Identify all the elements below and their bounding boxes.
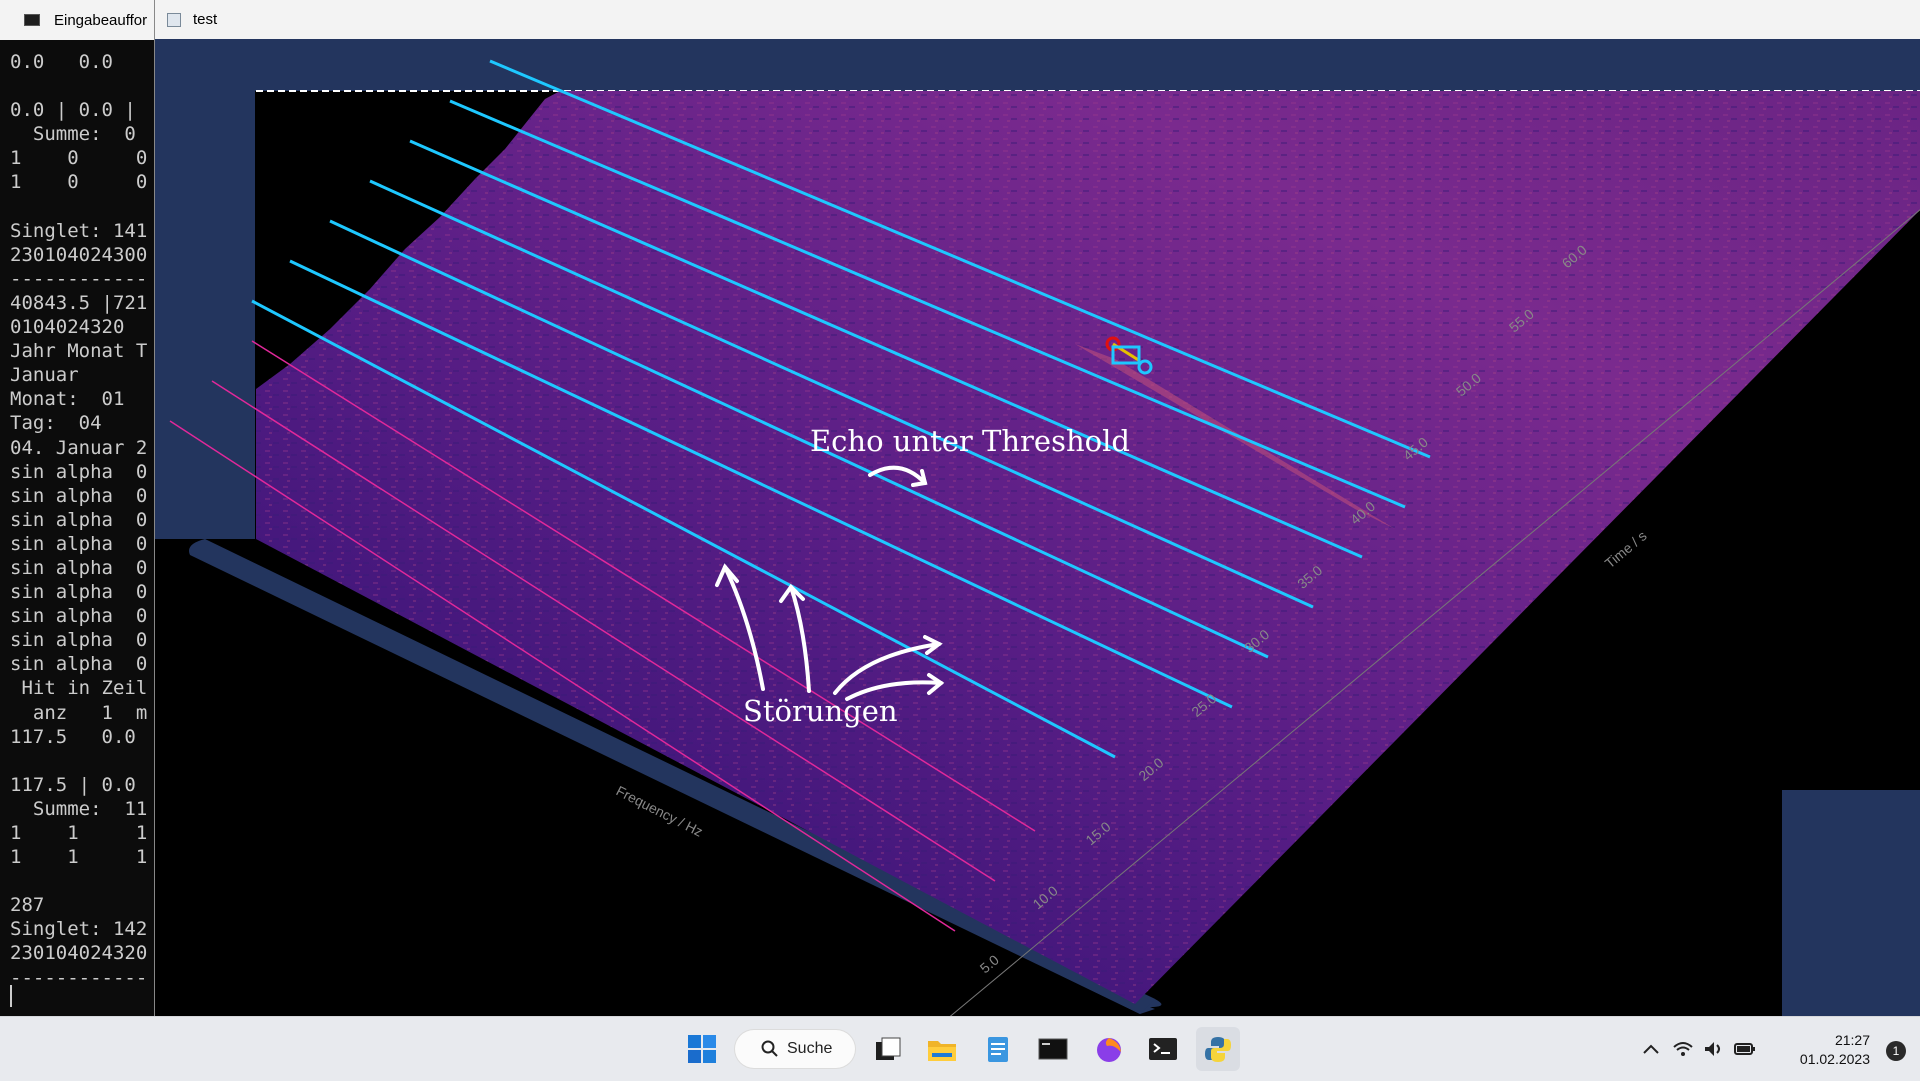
time-tick-label: 5.0 xyxy=(977,951,1002,976)
console-line: Singlet: 142 xyxy=(10,918,148,941)
console-line: sin alpha 0 xyxy=(10,629,148,652)
firefox-icon xyxy=(1097,1038,1121,1062)
terminal-button[interactable] xyxy=(1031,1027,1075,1071)
task-view-button[interactable] xyxy=(866,1027,910,1071)
console-line: sin alpha 0 xyxy=(10,460,148,483)
spectrum-texture xyxy=(256,91,1920,1004)
frame-left xyxy=(155,39,255,539)
spectrogram-canvas[interactable]: 5.010.015.020.025.030.035.040.045.050.05… xyxy=(155,39,1920,1016)
battery-icon[interactable] xyxy=(1734,1039,1756,1059)
console-line: Januar xyxy=(10,364,79,387)
python-icon xyxy=(1205,1037,1231,1062)
plot-title: test xyxy=(193,11,218,28)
console-line: sin alpha 0 xyxy=(10,605,148,628)
console-line: ------------ xyxy=(10,267,148,290)
console-line: 1 1 1 xyxy=(10,846,148,869)
console-line: Tag: 04 xyxy=(10,412,102,435)
plot-app-icon xyxy=(167,12,181,27)
firefox-button[interactable] xyxy=(1087,1027,1131,1071)
wifi-icon[interactable] xyxy=(1672,1039,1694,1059)
console-line: sin alpha 0 xyxy=(10,508,148,531)
console-titlebar[interactable]: Eingabeauffor xyxy=(0,0,170,40)
tray-overflow-chevron-icon[interactable] xyxy=(1640,1039,1662,1059)
notepad-button[interactable] xyxy=(976,1027,1020,1071)
search-label: Suche xyxy=(787,1040,833,1057)
console-line: 1 0 0 xyxy=(10,147,148,170)
console-line: sin alpha 0 xyxy=(10,484,148,507)
annotation-echo: Echo unter Threshold xyxy=(810,424,1130,458)
clock[interactable]: 21:27 01.02.2023 xyxy=(1800,1031,1870,1069)
console-line: Summe: 11 xyxy=(10,797,148,820)
console-app-icon xyxy=(24,14,40,26)
search-box[interactable]: Suche xyxy=(735,1030,855,1068)
file-explorer-icon xyxy=(928,1041,956,1061)
console-line: Summe: 0 xyxy=(10,123,136,146)
console-button[interactable] xyxy=(1141,1027,1185,1071)
console-line: Hit in Zeil xyxy=(10,677,148,700)
start-button[interactable] xyxy=(680,1027,724,1071)
console-line: 1 0 0 xyxy=(10,171,148,194)
console-output[interactable]: 0.0 0.0 0.0 | 0.0 | Summe: 01 0 01 0 0 S… xyxy=(10,50,160,990)
console-line: 40843.5 |721 xyxy=(10,291,148,314)
spectrogram-3d-plot[interactable]: 5.0 10.0 15.0 20.0 25.0 30.0 35.0 40.0 45.0 50.0 5… xyxy=(155,39,1920,1016)
taskbar: Suche 21:27 01.02.2023 1 xyxy=(0,1016,1920,1081)
console-line: Monat: 01 xyxy=(10,388,125,411)
task-view-icon xyxy=(876,1037,901,1060)
notepad-icon xyxy=(988,1037,1008,1062)
console-line: Jahr Monat T xyxy=(10,340,148,363)
python-button[interactable] xyxy=(1196,1027,1240,1071)
console-line: sin alpha 0 xyxy=(10,653,148,676)
console-line: 230104024300 xyxy=(10,243,148,266)
plot-window[interactable]: test 5.0 10.0 15.0 20.0 25.0 30.0 35.0 4… xyxy=(154,0,1920,1016)
console-title: Eingabeauffor xyxy=(54,11,148,29)
clock-date: 01.02.2023 xyxy=(1799,1051,1870,1067)
search-icon xyxy=(761,1040,778,1057)
annotation-noise: Störungen xyxy=(743,694,898,728)
console-line: sin alpha 0 xyxy=(10,556,148,579)
console-line: 0.0 | 0.0 | xyxy=(10,99,136,122)
console-line: 117.5 | 0.0 xyxy=(10,773,136,796)
console-line: 117.5 0.0 xyxy=(10,725,136,748)
console-window[interactable]: Eingabeauffor 0.0 0.0 0.0 | 0.0 | Summe:… xyxy=(0,0,170,1016)
console-cursor xyxy=(10,985,12,1007)
console-line: 287 xyxy=(10,894,45,917)
console-icon xyxy=(1149,1038,1177,1060)
console-line: 0.0 0.0 xyxy=(10,51,113,73)
console-line: 0104024320 xyxy=(10,316,125,339)
frame-corner-right xyxy=(1782,790,1920,1016)
axis-time-label: Time / s xyxy=(1602,527,1650,571)
console-line: sin alpha 0 xyxy=(10,532,148,555)
frame-top xyxy=(155,39,1920,91)
console-line: 230104024320 xyxy=(10,942,148,965)
volume-icon[interactable] xyxy=(1702,1039,1724,1059)
console-line: 1 1 1 xyxy=(10,822,148,844)
console-line: Singlet: 141 xyxy=(10,219,148,242)
console-line: sin alpha 0 xyxy=(10,581,148,604)
console-line: 04. Januar 2 xyxy=(10,436,148,459)
console-line: ------------ xyxy=(10,966,148,989)
console-line: anz 1 m xyxy=(10,701,148,724)
terminal-icon xyxy=(1038,1038,1068,1060)
plot-titlebar[interactable]: test xyxy=(155,0,1920,39)
notification-badge[interactable]: 1 xyxy=(1886,1041,1906,1061)
start-icon xyxy=(688,1035,716,1063)
clock-time: 21:27 xyxy=(1834,1032,1870,1048)
file-explorer-button[interactable] xyxy=(920,1027,964,1071)
